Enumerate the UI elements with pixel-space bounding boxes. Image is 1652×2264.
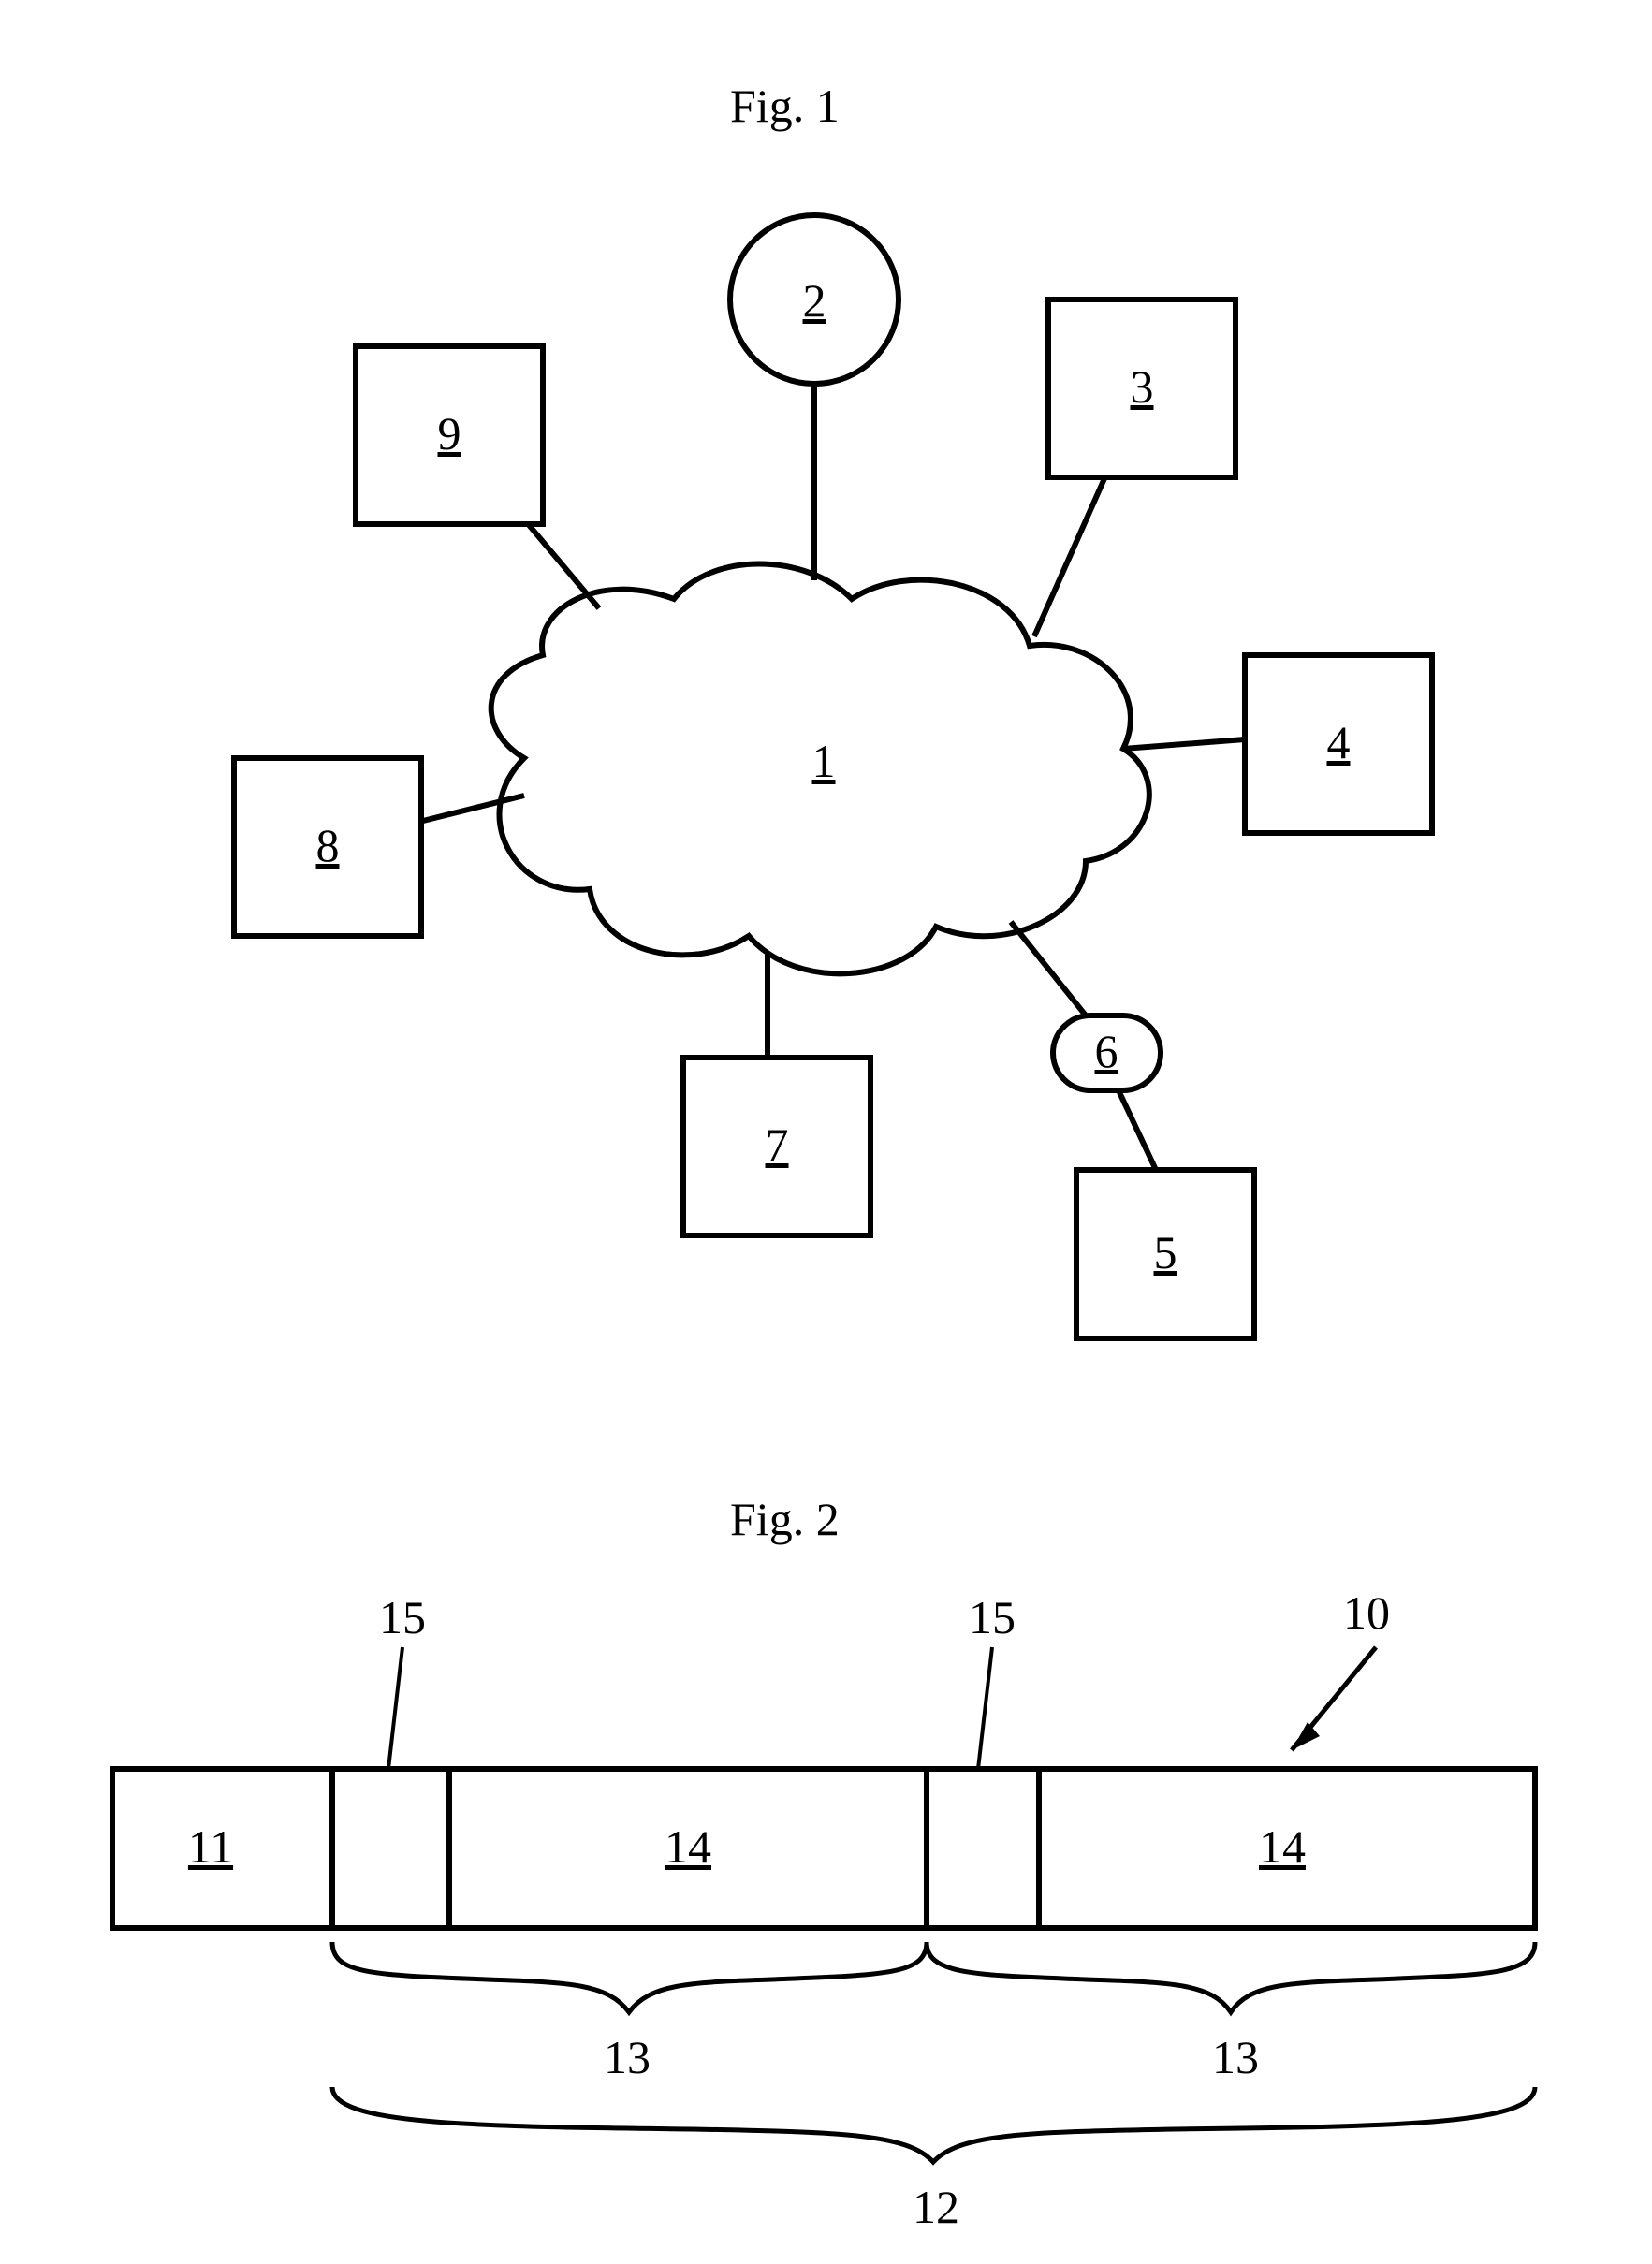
connector-6 — [1011, 922, 1086, 1015]
node-4: 4 — [1123, 655, 1432, 833]
node-2: 2 — [730, 215, 899, 580]
node-8: 8 — [234, 758, 524, 936]
cloud-node-1: 1 — [491, 564, 1149, 974]
node-7: 7 — [683, 955, 870, 1235]
connector-9 — [524, 519, 599, 608]
cell-11: 11 — [188, 1820, 233, 1873]
pointer-10-label: 10 — [1343, 1586, 1390, 1639]
connector-3 — [1034, 468, 1109, 636]
brace-13-left-label: 13 — [604, 2031, 651, 2083]
node-7-label: 7 — [766, 1118, 789, 1171]
label-15-right: 15 — [969, 1591, 1016, 1769]
fig2-title: Fig. 2 — [730, 1493, 840, 1545]
node-4-label: 4 — [1327, 716, 1351, 768]
node-2-label: 2 — [803, 274, 826, 327]
connector-5 — [1118, 1090, 1156, 1170]
pointer-10: 10 — [1292, 1586, 1390, 1750]
label-15-left: 15 — [379, 1591, 426, 1769]
connector-8 — [412, 796, 524, 824]
packet-structure: 11 14 14 — [112, 1769, 1535, 1928]
brace-12-label: 12 — [913, 2181, 959, 2233]
node-8-label: 8 — [316, 819, 340, 871]
node-5-label: 5 — [1154, 1226, 1177, 1278]
brace-13-right: 13 — [927, 1942, 1535, 2083]
node-6-label: 6 — [1095, 1025, 1118, 1077]
fig1-title: Fig. 1 — [730, 80, 840, 132]
cloud-label: 1 — [812, 735, 836, 787]
label-15-b: 15 — [969, 1591, 1016, 1643]
label-15-a: 15 — [379, 1591, 426, 1643]
connector-4 — [1123, 739, 1245, 749]
cell-14-a: 14 — [665, 1820, 711, 1873]
node-9-label: 9 — [438, 407, 461, 460]
node-5: 5 — [1076, 1090, 1254, 1338]
cell-14-b: 14 — [1259, 1820, 1306, 1873]
node-6: 6 — [1011, 922, 1161, 1090]
brace-12: 12 — [332, 2087, 1535, 2233]
node-9: 9 — [356, 346, 599, 608]
node-3-label: 3 — [1131, 360, 1154, 413]
node-3: 3 — [1034, 299, 1235, 636]
brace-13-left: 13 — [332, 1942, 927, 2083]
brace-13-right-label: 13 — [1212, 2031, 1259, 2083]
